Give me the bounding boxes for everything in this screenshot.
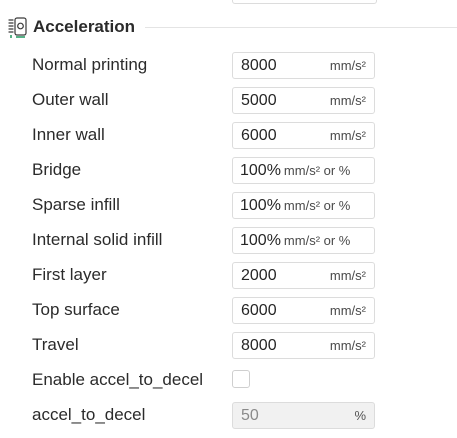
internal-solid-infill-input[interactable]: 100% mm/s² or % bbox=[232, 227, 375, 254]
field-unit: mm/s² bbox=[329, 338, 366, 353]
field-unit: mm/s² bbox=[329, 58, 366, 73]
setting-row-sparse-infill: Sparse infill 100% mm/s² or % bbox=[0, 187, 457, 222]
section-divider bbox=[145, 26, 457, 28]
setting-row-internal-solid-infill: Internal solid infill 100% mm/s² or % bbox=[0, 222, 457, 257]
acceleration-settings-list: Normal printing 8000 mm/s² Outer wall 50… bbox=[0, 47, 457, 432]
first-layer-input[interactable]: 2000 mm/s² bbox=[232, 262, 375, 289]
setting-label: Internal solid infill bbox=[32, 230, 163, 249]
travel-input[interactable]: 8000 mm/s² bbox=[232, 332, 375, 359]
setting-label: Sparse infill bbox=[32, 195, 120, 214]
setting-label: accel_to_decel bbox=[32, 405, 146, 424]
setting-row-accel-to-decel: accel_to_decel 50 % bbox=[0, 397, 457, 432]
field-unit: mm/s² or % bbox=[283, 198, 351, 213]
outer-wall-input[interactable]: 5000 mm/s² bbox=[232, 87, 375, 114]
field-value[interactable]: 100% bbox=[240, 162, 281, 180]
setting-row-travel: Travel 8000 mm/s² bbox=[0, 327, 457, 362]
field-value[interactable]: 6000 bbox=[241, 127, 277, 145]
setting-label: Inner wall bbox=[32, 125, 105, 144]
field-unit: % bbox=[354, 408, 366, 423]
inner-wall-input[interactable]: 6000 mm/s² bbox=[232, 122, 375, 149]
section-header-acceleration: Acceleration bbox=[8, 14, 457, 40]
setting-row-top-surface: Top surface 6000 mm/s² bbox=[0, 292, 457, 327]
field-value[interactable]: 50 bbox=[241, 407, 259, 425]
field-value[interactable]: 6000 bbox=[241, 302, 277, 320]
field-unit: mm/s² or % bbox=[283, 233, 351, 248]
bridge-input[interactable]: 100% mm/s² or % bbox=[232, 157, 375, 184]
field-value[interactable]: 8000 bbox=[241, 337, 277, 355]
setting-row-normal-printing: Normal printing 8000 mm/s² bbox=[0, 47, 457, 82]
setting-row-outer-wall: Outer wall 5000 mm/s² bbox=[0, 82, 457, 117]
field-value[interactable]: 8000 bbox=[241, 57, 277, 75]
normal-printing-input[interactable]: 8000 mm/s² bbox=[232, 52, 375, 79]
setting-row-enable-accel-to-decel: Enable accel_to_decel bbox=[0, 362, 457, 397]
setting-row-first-layer: First layer 2000 mm/s² bbox=[0, 257, 457, 292]
field-unit: mm/s² bbox=[329, 303, 366, 318]
setting-label: Bridge bbox=[32, 160, 82, 179]
field-value[interactable]: 100% bbox=[240, 197, 281, 215]
enable-accel-to-decel-checkbox[interactable] bbox=[232, 370, 250, 388]
settings-panel: Acceleration Normal printing 8000 mm/s² … bbox=[0, 0, 457, 438]
field-value[interactable]: 2000 bbox=[241, 267, 277, 285]
field-unit: mm/s² bbox=[329, 128, 366, 143]
field-unit: mm/s² or % bbox=[283, 163, 351, 178]
setting-label: Outer wall bbox=[32, 90, 109, 109]
setting-row-inner-wall: Inner wall 6000 mm/s² bbox=[0, 117, 457, 152]
field-unit: mm/s² bbox=[329, 93, 366, 108]
previous-field-stub[interactable] bbox=[232, 0, 377, 4]
sparse-infill-input[interactable]: 100% mm/s² or % bbox=[232, 192, 375, 219]
setting-label: Enable accel_to_decel bbox=[32, 370, 204, 389]
acceleration-settings-icon bbox=[8, 15, 28, 39]
field-value[interactable]: 100% bbox=[240, 232, 281, 250]
setting-row-bridge: Bridge 100% mm/s² or % bbox=[0, 152, 457, 187]
setting-label: First layer bbox=[32, 265, 107, 284]
setting-label: Travel bbox=[32, 335, 79, 354]
accel-to-decel-input[interactable]: 50 % bbox=[232, 402, 375, 429]
field-unit: mm/s² bbox=[329, 268, 366, 283]
setting-label: Top surface bbox=[32, 300, 120, 319]
section-title: Acceleration bbox=[33, 17, 136, 36]
setting-label: Normal printing bbox=[32, 55, 148, 74]
top-surface-input[interactable]: 6000 mm/s² bbox=[232, 297, 375, 324]
field-value[interactable]: 5000 bbox=[241, 92, 277, 110]
